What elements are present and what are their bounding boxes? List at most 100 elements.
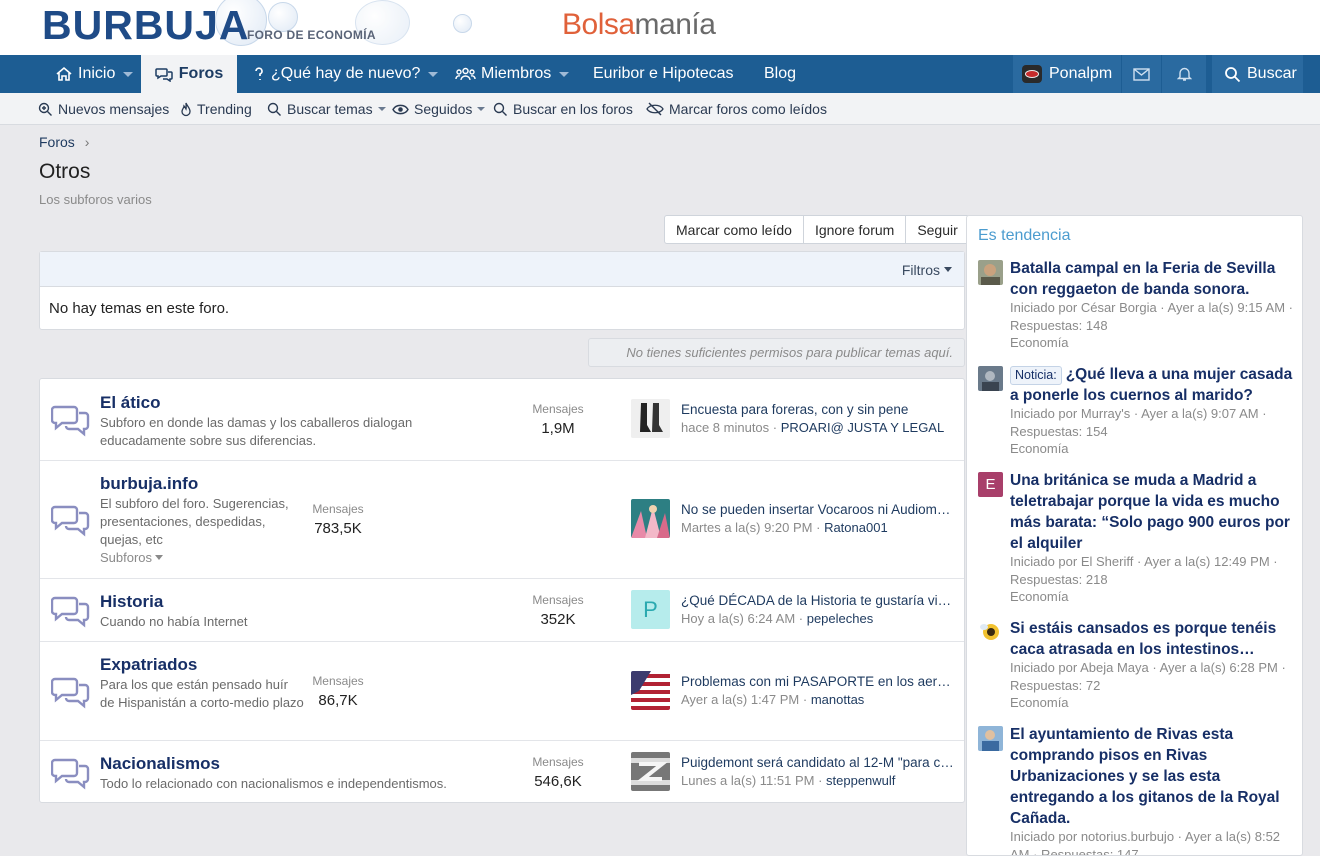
- chevron-down-icon[interactable]: [123, 71, 134, 77]
- avatar[interactable]: P: [631, 590, 670, 629]
- subnav-watched[interactable]: Seguidos: [392, 93, 486, 125]
- subforums-label: Subforos: [100, 550, 153, 565]
- trending-title-link[interactable]: Una británica se muda a Madrid a teletra…: [1010, 470, 1293, 554]
- avatar[interactable]: [631, 752, 670, 791]
- trending-title-link[interactable]: Si estáis cansados es porque tenéis caca…: [1010, 618, 1293, 660]
- node-title-link[interactable]: Expatriados: [100, 655, 197, 675]
- subnav-trending[interactable]: Trending: [180, 93, 252, 125]
- last-post-title[interactable]: Problemas con mi PASAPORTE en los aeropu…: [681, 674, 956, 689]
- last-post-title[interactable]: No se pueden insertar Vocaroos ni Audiom…: [681, 502, 956, 517]
- user-avatar-image: [978, 366, 1003, 391]
- breadcrumb-link-foros[interactable]: Foros: [39, 134, 75, 150]
- chevron-down-icon[interactable]: [428, 71, 439, 77]
- avatar[interactable]: [978, 726, 1003, 751]
- last-post-title[interactable]: Puigdemont será candidato al 12-M "para …: [681, 755, 956, 770]
- last-post-time[interactable]: Lunes a la(s) 11:51 PM: [681, 773, 814, 788]
- search-icon: [267, 102, 281, 116]
- envelope-icon: [1133, 67, 1150, 81]
- thread-list: Filtros No hay temas en este foro.: [39, 251, 965, 330]
- nav-item-blog[interactable]: Blog: [764, 55, 796, 93]
- last-post-user[interactable]: steppenwulf: [826, 773, 895, 788]
- site-logo[interactable]: BURBUJA: [42, 2, 249, 49]
- partner-logo[interactable]: Bolsamanía: [562, 8, 716, 42]
- node-description: Subforo en donde las damas y los caballe…: [100, 415, 413, 448]
- nav-item-foros[interactable]: Foros: [141, 55, 237, 93]
- inbox-button[interactable]: [1122, 55, 1161, 93]
- chevron-down-icon[interactable]: [559, 71, 570, 77]
- search-icon: [1225, 66, 1241, 82]
- avatar[interactable]: [631, 499, 670, 538]
- trending-item: Batalla campal en la Feria de Sevilla co…: [967, 258, 1302, 358]
- nav-item-miembros[interactable]: Miembros: [455, 55, 570, 93]
- nav-label: Euribor e Hipotecas: [593, 65, 734, 82]
- avatar[interactable]: [978, 366, 1003, 391]
- bell-icon: [1176, 67, 1192, 81]
- node-title-link[interactable]: burbuja.info: [100, 474, 198, 494]
- node-title-link[interactable]: Nacionalismos: [100, 754, 220, 774]
- nav-item-euribor[interactable]: Euribor e Hipotecas: [593, 55, 734, 93]
- trending-meta: Iniciado por Murray's · Ayer a la(s) 9:0…: [1010, 406, 1267, 439]
- last-post-user[interactable]: manottas: [811, 692, 864, 707]
- alerts-button[interactable]: [1162, 55, 1206, 93]
- last-post-title[interactable]: Encuesta para foreras, con y sin pene: [681, 402, 956, 417]
- user-menu[interactable]: Ponalpm: [1013, 55, 1121, 93]
- trending-title-link[interactable]: El ayuntamiento de Rivas esta comprando …: [1010, 724, 1293, 829]
- filters-label: Filtros: [901, 261, 940, 278]
- last-post-time[interactable]: hace 8 minutos: [681, 420, 769, 435]
- subnav-label: Nuevos mensajes: [58, 101, 170, 117]
- search-button[interactable]: Buscar: [1212, 55, 1303, 93]
- nav-item-whats-new[interactable]: ¿Qué hay de nuevo?: [252, 55, 439, 93]
- thread-list-header: Filtros: [40, 252, 964, 287]
- trending-title-link[interactable]: Batalla campal en la Feria de Sevilla co…: [1010, 258, 1293, 300]
- subforum-list: El ático Subforo en donde las damas y lo…: [39, 378, 965, 803]
- last-post-time[interactable]: Martes a la(s) 9:20 PM: [681, 520, 813, 535]
- avatar[interactable]: [978, 620, 1003, 645]
- ignore-forum-button[interactable]: Ignore forum: [802, 216, 905, 243]
- node-title-link[interactable]: Historia: [100, 592, 163, 612]
- node-historia: Historia Cuando no había Internet Mensaj…: [40, 578, 964, 641]
- trending-item: Si estáis cansados es porque tenéis caca…: [967, 618, 1302, 718]
- node-description: El subforo del foro. Sugerencias, presen…: [100, 496, 289, 547]
- mark-read-button[interactable]: Marcar como leído: [665, 216, 803, 243]
- last-post-time[interactable]: Hoy a la(s) 6:24 AM: [681, 611, 795, 626]
- node-title-link[interactable]: El ático: [100, 393, 160, 413]
- avatar[interactable]: [631, 671, 670, 710]
- forum-node-icon: [51, 505, 90, 537]
- subnav-search-forums[interactable]: Buscar en los foros: [493, 93, 633, 125]
- user-avatar-image: [631, 499, 670, 538]
- stat-label: Mensajes: [532, 593, 584, 607]
- search-label: Buscar: [1247, 65, 1297, 82]
- nav-label: Miembros: [481, 65, 552, 82]
- trending-title-link[interactable]: Noticia: ¿Qué lleva a una mujer casada a …: [1010, 364, 1293, 406]
- last-post-user[interactable]: pepeleches: [807, 611, 874, 626]
- last-post-user[interactable]: Ratona001: [824, 520, 888, 535]
- chevron-down-icon[interactable]: [477, 107, 486, 111]
- subnav-new-posts[interactable]: Nuevos mensajes: [38, 93, 169, 125]
- avatar[interactable]: E: [978, 472, 1003, 497]
- trending-category-link[interactable]: Economía: [1010, 441, 1069, 456]
- follow-button[interactable]: Seguir: [905, 216, 968, 243]
- boots-icon: [631, 399, 670, 438]
- trending-category-link[interactable]: Economía: [1010, 695, 1069, 710]
- nav-label: Inicio: [78, 65, 116, 82]
- trending-category-link[interactable]: Economía: [1010, 589, 1069, 604]
- subforums-toggle[interactable]: Subforos: [100, 550, 164, 565]
- new-posts-search-icon: [38, 102, 52, 116]
- stat-value: 783,5K: [314, 520, 362, 537]
- nav-item-inicio[interactable]: Inicio: [55, 55, 134, 93]
- subnav-mark-forums-read[interactable]: Marcar foros como leídos: [646, 93, 827, 125]
- members-icon: [455, 67, 476, 81]
- trending-category-link[interactable]: Economía: [1010, 335, 1069, 350]
- user-avatar-image: [631, 752, 670, 791]
- avatar[interactable]: [978, 260, 1003, 285]
- subnav-search-threads[interactable]: Buscar temas: [267, 93, 386, 125]
- last-post-user[interactable]: PROARI@ JUSTA Y LEGAL: [781, 420, 944, 435]
- filters-button[interactable]: Filtros: [902, 252, 952, 287]
- last-post-meta: hace 8 minutos · PROARI@ JUSTA Y LEGAL: [681, 420, 945, 435]
- nav-label: Blog: [764, 65, 797, 82]
- last-post-title[interactable]: ¿Qué DÉCADA de la Historia te gustaría v…: [681, 593, 956, 608]
- last-post-time[interactable]: Ayer a la(s) 1:47 PM: [681, 692, 799, 707]
- chevron-down-icon[interactable]: [377, 107, 386, 111]
- subnav-label: Buscar en los foros: [513, 101, 633, 117]
- avatar[interactable]: [631, 399, 670, 438]
